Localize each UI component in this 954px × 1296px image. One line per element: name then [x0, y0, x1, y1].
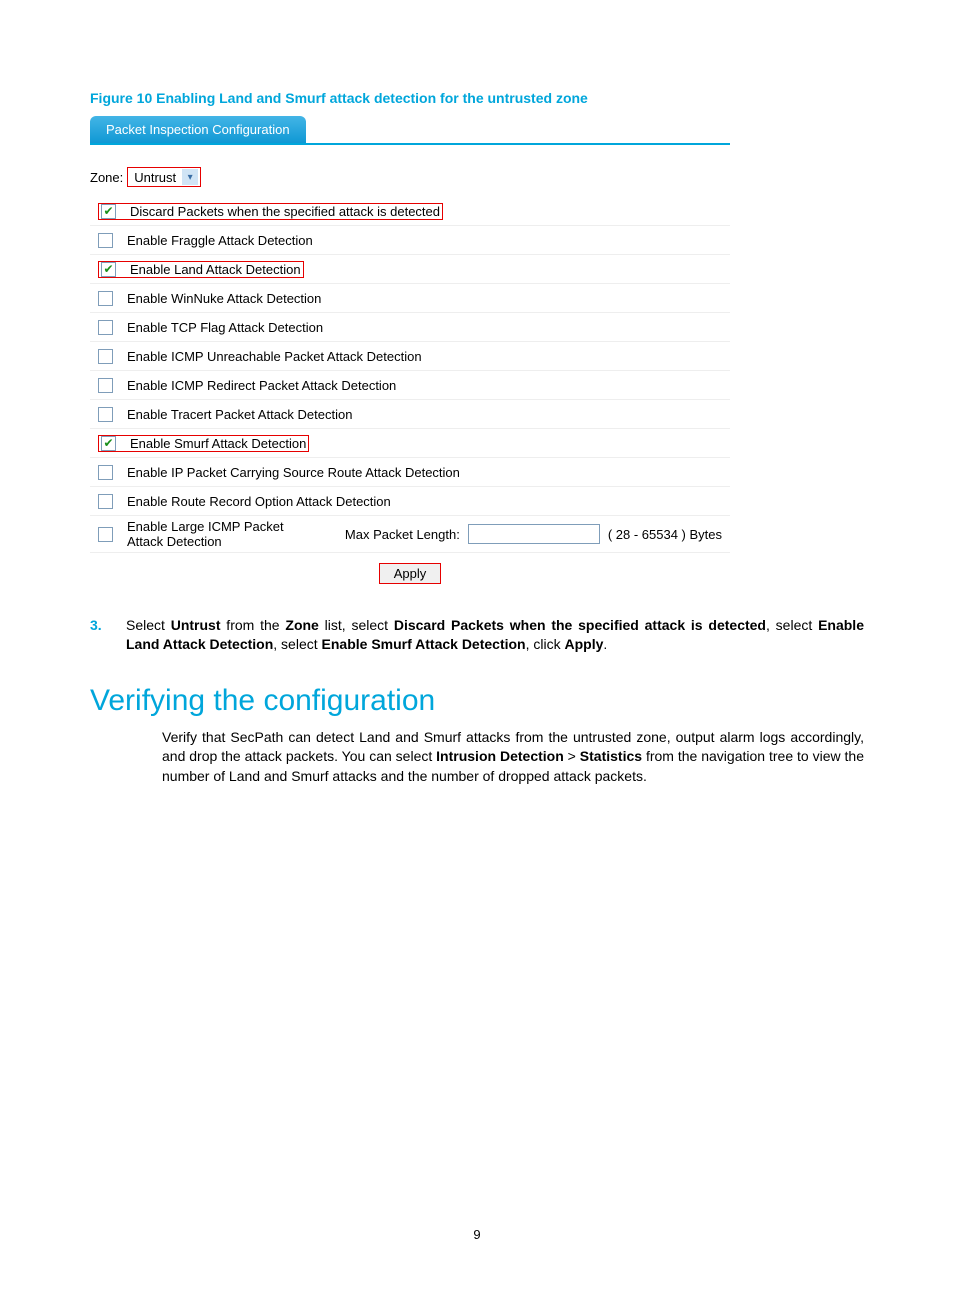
option-label: Enable Fraggle Attack Detection	[127, 233, 313, 248]
checkbox[interactable]: ✔	[101, 436, 116, 451]
checkbox[interactable]: ✔	[101, 262, 116, 277]
option-label: Enable ICMP Unreachable Packet Attack De…	[127, 349, 422, 364]
option-row: ✔ Enable Land Attack Detection	[90, 255, 730, 284]
option-row: Enable IP Packet Carrying Source Route A…	[90, 458, 730, 487]
apply-button[interactable]: Apply	[379, 563, 442, 584]
option-row: Enable Tracert Packet Attack Detection	[90, 400, 730, 429]
checkbox-large-icmp[interactable]	[98, 527, 113, 542]
tab-packet-inspection[interactable]: Packet Inspection Configuration	[90, 116, 306, 143]
option-row: Enable Fraggle Attack Detection	[90, 226, 730, 255]
option-large-icmp: Enable Large ICMP Packet Attack Detectio…	[90, 516, 730, 553]
checkbox[interactable]	[98, 349, 113, 364]
option-row: Enable WinNuke Attack Detection	[90, 284, 730, 313]
option-label: Enable Route Record Option Attack Detect…	[127, 494, 391, 509]
section-heading: Verifying the configuration	[90, 684, 864, 718]
checkbox[interactable]	[98, 465, 113, 480]
option-label: Enable IP Packet Carrying Source Route A…	[127, 465, 460, 480]
options-list: ✔ Discard Packets when the specified atta…	[90, 197, 730, 516]
option-row: Enable ICMP Redirect Packet Attack Detec…	[90, 371, 730, 400]
zone-label: Zone:	[90, 170, 123, 185]
figure-caption: Figure 10 Enabling Land and Smurf attack…	[90, 90, 864, 106]
option-label: Enable WinNuke Attack Detection	[127, 291, 321, 306]
max-packet-length-input[interactable]	[468, 524, 600, 544]
step-text: Select Untrust from the Zone list, selec…	[126, 616, 864, 654]
option-row: ✔ Enable Smurf Attack Detection	[90, 429, 730, 458]
option-label: Enable Large ICMP Packet Attack Detectio…	[127, 519, 297, 549]
option-row: Enable ICMP Unreachable Packet Attack De…	[90, 342, 730, 371]
option-row: ✔ Discard Packets when the specified atta…	[90, 197, 730, 226]
body-paragraph: Verify that SecPath can detect Land and …	[162, 728, 864, 787]
option-label: Enable Smurf Attack Detection	[130, 436, 306, 451]
option-row: Enable TCP Flag Attack Detection	[90, 313, 730, 342]
max-packet-length-range: ( 28 - 65534 ) Bytes	[608, 527, 722, 542]
option-label: Discard Packets when the specified attac…	[130, 204, 440, 219]
checkbox[interactable]	[98, 320, 113, 335]
zone-row: Zone: Untrust ▾	[90, 153, 864, 197]
chevron-down-icon: ▾	[182, 169, 198, 185]
checkbox[interactable]	[98, 494, 113, 509]
option-label: Enable TCP Flag Attack Detection	[127, 320, 323, 335]
step-number: 3.	[90, 616, 126, 654]
max-packet-length-label: Max Packet Length:	[345, 527, 460, 542]
option-label: Enable Land Attack Detection	[130, 262, 301, 277]
option-row: Enable Route Record Option Attack Detect…	[90, 487, 730, 516]
page-number: 9	[90, 1227, 864, 1242]
checkbox[interactable]	[98, 407, 113, 422]
option-label: Enable Tracert Packet Attack Detection	[127, 407, 352, 422]
zone-value: Untrust	[134, 170, 176, 185]
apply-row: Apply	[90, 553, 730, 594]
option-label: Enable ICMP Redirect Packet Attack Detec…	[127, 378, 396, 393]
checkbox[interactable]: ✔	[101, 204, 116, 219]
zone-select[interactable]: Untrust ▾	[127, 167, 201, 187]
checkbox[interactable]	[98, 233, 113, 248]
checkbox[interactable]	[98, 378, 113, 393]
step-3: 3. Select Untrust from the Zone list, se…	[90, 616, 864, 654]
checkbox[interactable]	[98, 291, 113, 306]
tab-bar: Packet Inspection Configuration	[90, 116, 730, 145]
